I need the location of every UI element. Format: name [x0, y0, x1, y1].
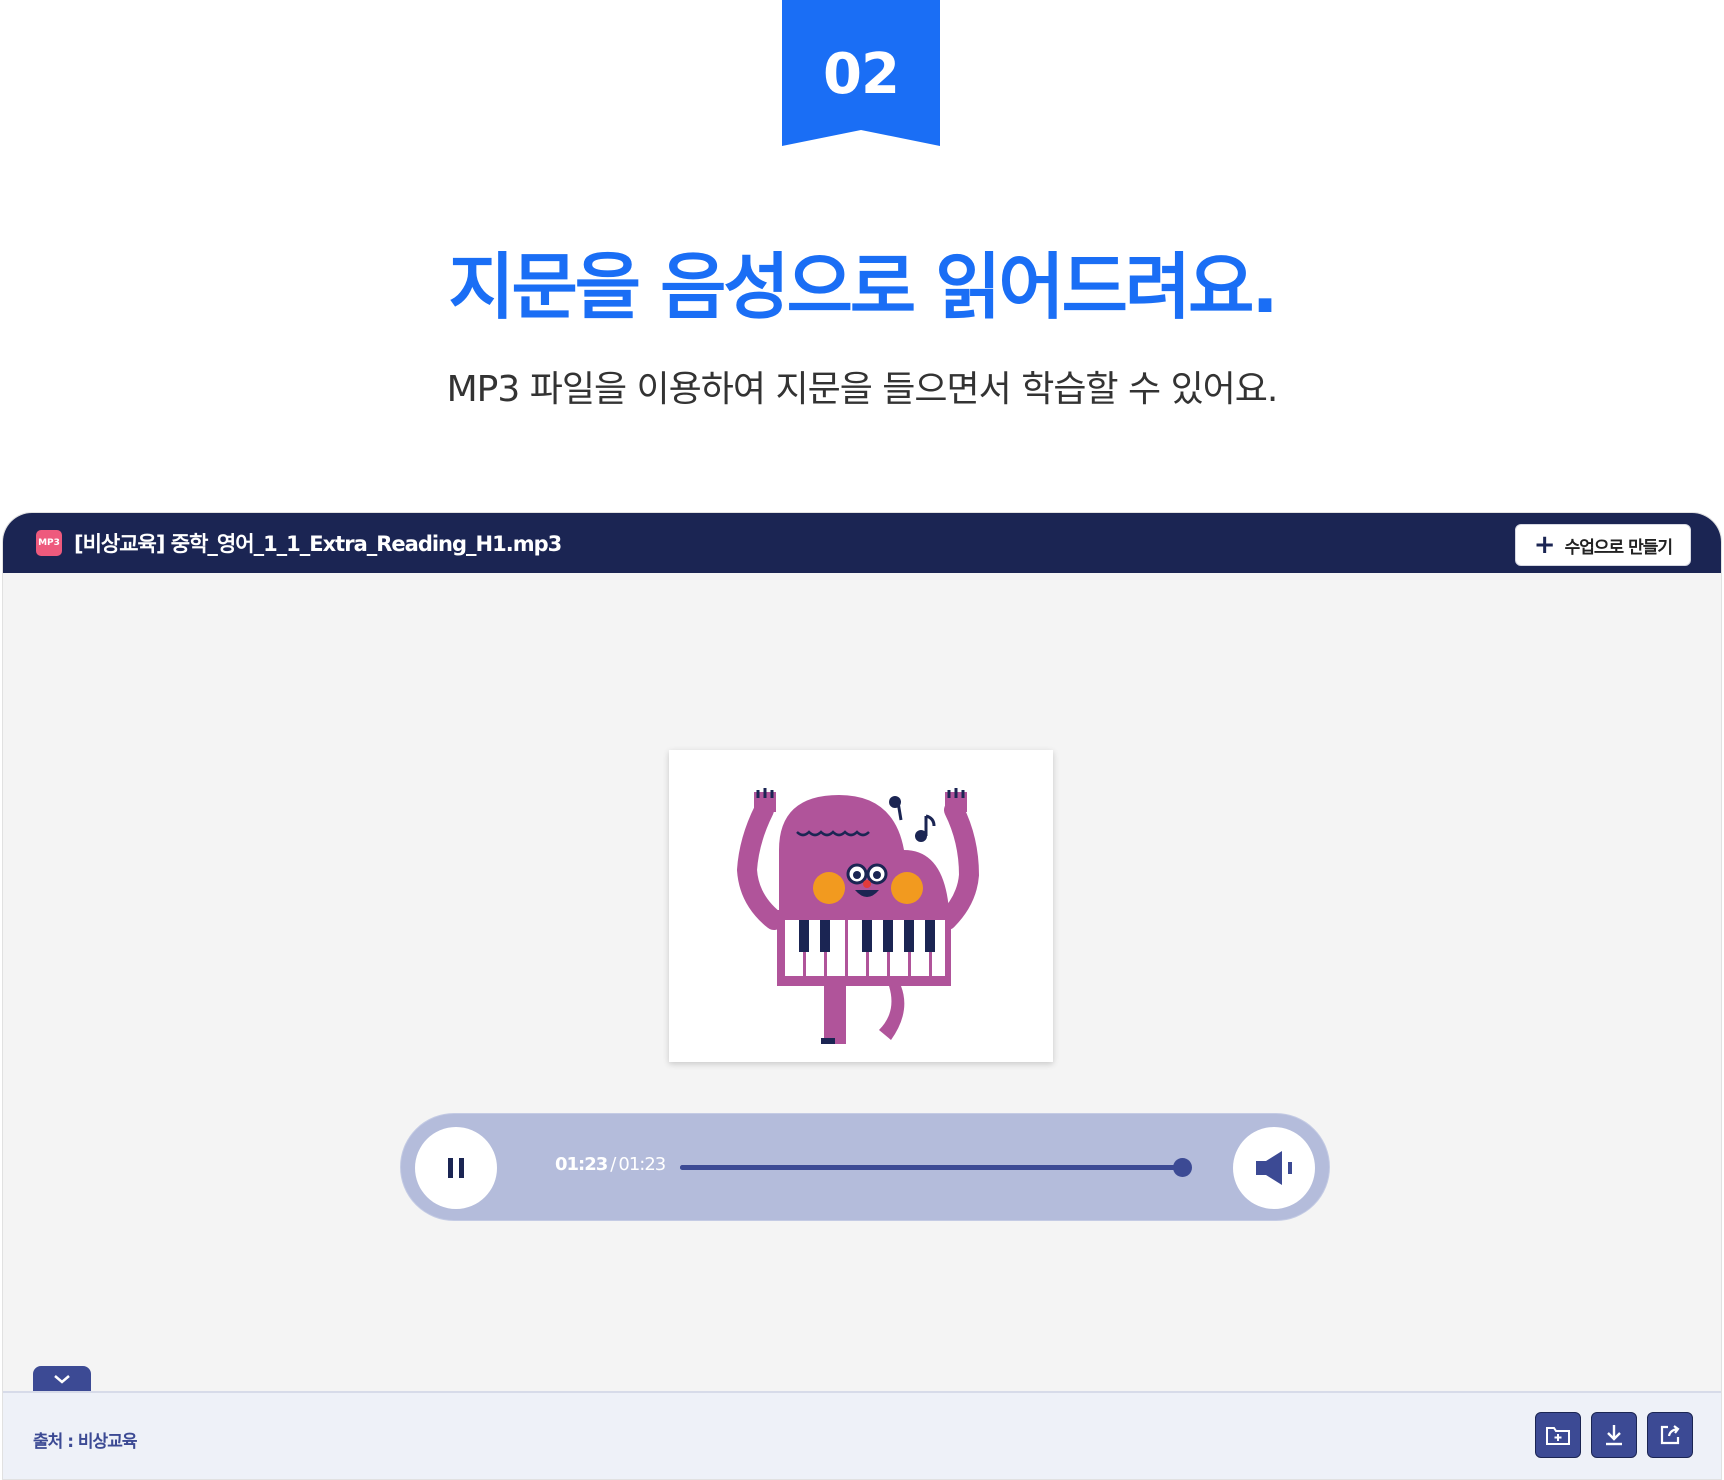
step-ribbon-badge: 02 — [782, 0, 940, 146]
time-separator: / — [610, 1154, 616, 1175]
album-artwork — [669, 750, 1053, 1062]
total-time: 01:23 — [618, 1154, 666, 1175]
collapse-button[interactable] — [33, 1366, 91, 1392]
mp3-viewer-window: MP3 [비상교육] 중학_영어_1_1_Extra_Reading_H1.mp… — [2, 512, 1722, 1480]
share-button[interactable] — [1647, 1412, 1693, 1458]
pause-icon — [448, 1158, 453, 1178]
download-icon — [1606, 1425, 1622, 1446]
progress-fill — [680, 1165, 1182, 1170]
headline: 지문을 음성으로 읽어드려요. — [448, 245, 1278, 329]
volume-button[interactable] — [1233, 1127, 1315, 1209]
plus-icon: + — [1533, 530, 1556, 560]
progress-bar[interactable] — [680, 1158, 1192, 1177]
share-icon — [1660, 1425, 1680, 1445]
title-bar: MP3 [비상교육] 중학_영어_1_1_Extra_Reading_H1.mp… — [3, 513, 1721, 573]
piano-octopus-illustration — [736, 788, 980, 1044]
audio-player: 01:23 / 01:23 — [400, 1113, 1330, 1221]
file-name: [비상교육] 중학_영어_1_1_Extra_Reading_H1.mp3 — [74, 532, 562, 556]
chevron-down-icon — [54, 1375, 70, 1384]
subline: MP3 파일을 이용하여 지문을 들으면서 학습할 수 있어요. — [446, 369, 1279, 410]
download-button[interactable] — [1591, 1412, 1637, 1458]
make-class-label: 수업으로 만들기 — [1564, 537, 1673, 558]
time-display: 01:23 / 01:23 — [555, 1154, 666, 1175]
make-class-button[interactable]: + 수업으로 만들기 — [1514, 524, 1691, 566]
source-credit: 출처 : 비상교육 — [33, 1432, 137, 1452]
progress-handle[interactable] — [1173, 1158, 1192, 1177]
footer-actions — [1535, 1412, 1693, 1458]
folder-add-icon — [1546, 1427, 1570, 1445]
pause-button[interactable] — [415, 1127, 497, 1209]
mp3-file-icon: MP3 — [36, 530, 62, 556]
current-time: 01:23 — [555, 1154, 608, 1175]
volume-icon — [1256, 1151, 1292, 1185]
save-to-folder-button[interactable] — [1535, 1412, 1581, 1458]
footer-bar: 출처 : 비상교육 — [3, 1391, 1721, 1479]
pause-icon — [459, 1158, 464, 1178]
step-number: 02 — [823, 42, 900, 107]
